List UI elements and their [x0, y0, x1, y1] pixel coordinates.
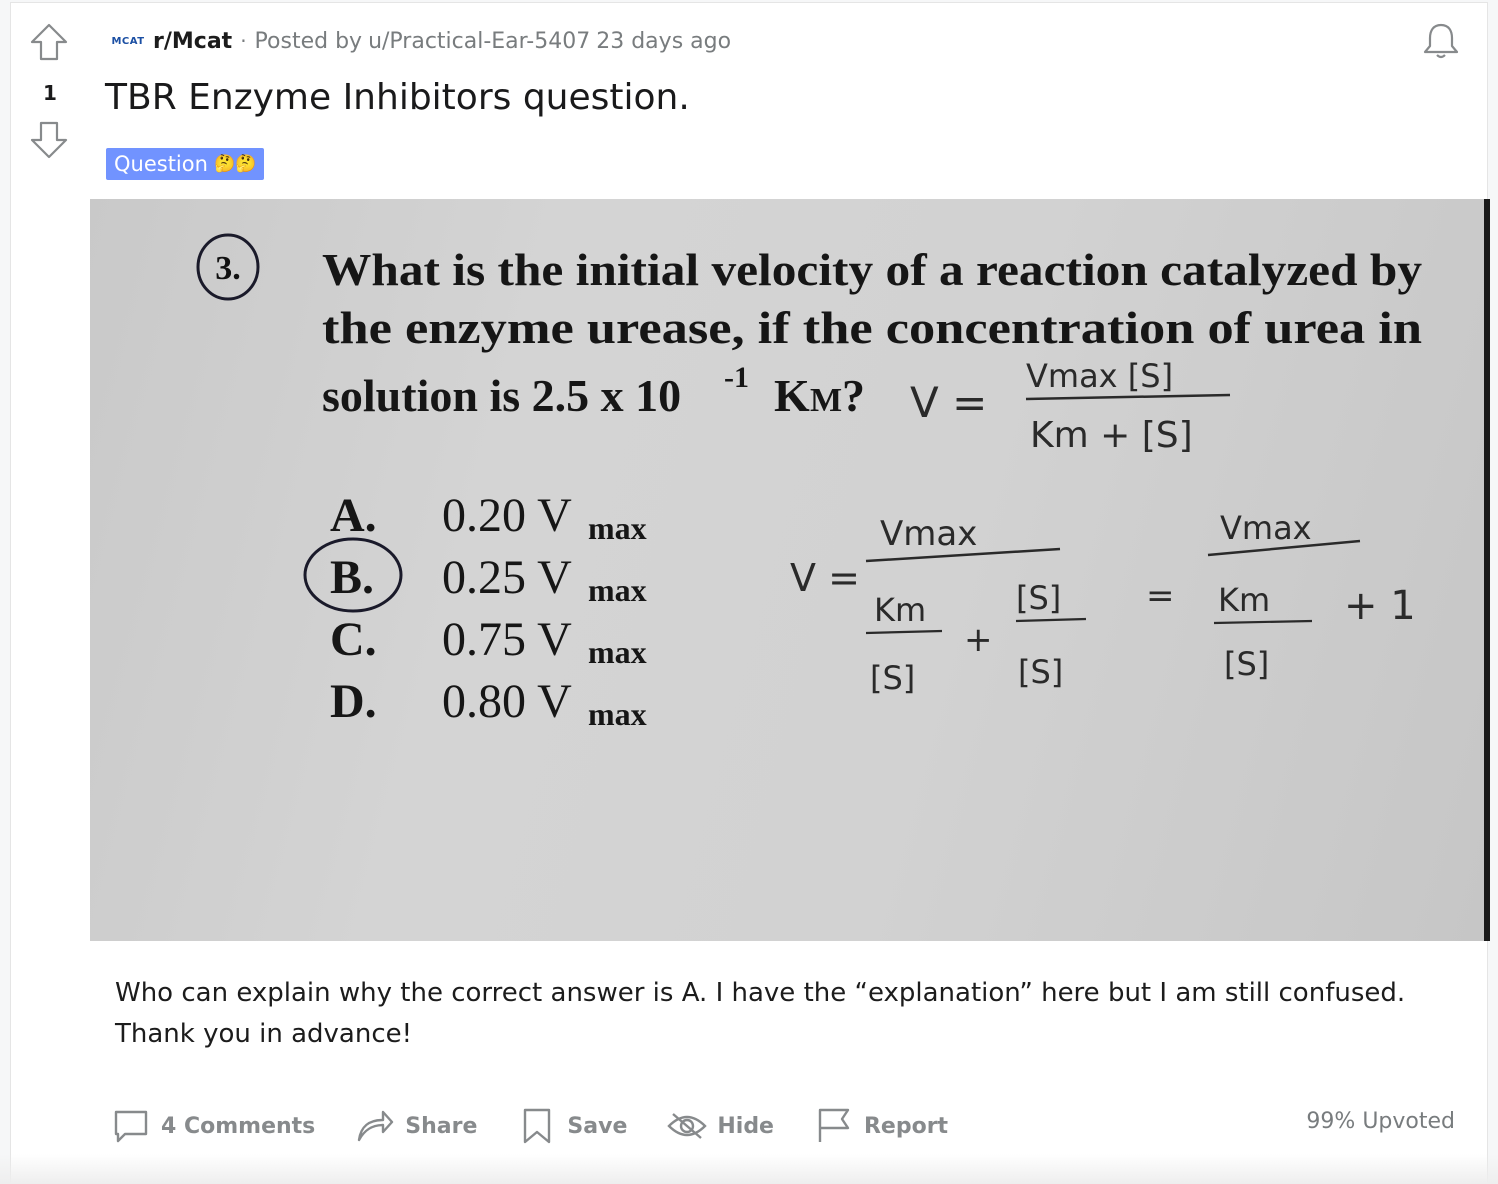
hw-fraction-bar-6 — [1213, 619, 1313, 625]
choice-c-letter: C. — [330, 613, 377, 666]
flag-icon — [818, 1108, 850, 1142]
hide-label: Hide — [717, 1113, 774, 1139]
question-number: 3. — [215, 250, 241, 287]
post-meta: MCAT r/Mcat · Posted by u/Practical-Ear-… — [109, 21, 731, 61]
subreddit-link[interactable]: r/Mcat — [153, 29, 232, 54]
hw-s2: [S] — [1224, 645, 1269, 683]
comments-label: 4 Comments — [161, 1113, 316, 1139]
choice-a-sub: max — [588, 510, 647, 546]
hw-fraction-bar-1 — [1025, 393, 1231, 401]
downvote-arrow-icon[interactable] — [28, 119, 70, 161]
hw-s-den: [S] — [1018, 653, 1063, 691]
choice-b-value: 0.25 V — [442, 551, 572, 604]
post-card: 1 MCAT r/Mcat · Posted by u/Practical-Ea… — [10, 2, 1490, 1184]
flair-label: Question — [114, 152, 208, 176]
author-link[interactable]: u/Practical-Ear-5407 — [368, 29, 590, 54]
report-label: Report — [863, 1113, 949, 1139]
hw-plus: + — [964, 620, 993, 660]
save-label: Save — [567, 1113, 628, 1139]
choice-d-letter: D. — [330, 675, 377, 728]
hw-km-plus-s: Km + [S] — [1030, 415, 1193, 456]
post-flair[interactable]: Question 🤔🤔 — [106, 148, 265, 180]
question-km: K — [774, 370, 810, 421]
meta-separator: · — [240, 29, 247, 53]
question-exponent: -1 — [724, 361, 749, 394]
hide-eye-icon — [667, 1113, 708, 1139]
question-km-sub: M — [810, 382, 842, 419]
share-icon — [358, 1110, 394, 1142]
hw-eq: = — [1146, 576, 1175, 616]
hw-kn: Km — [1218, 581, 1270, 619]
comment-icon — [114, 1110, 148, 1143]
post-actions: 4 Comments Share Save Hide Report — [111, 1101, 988, 1151]
posted-by-label: Posted by — [254, 28, 363, 54]
choice-b-letter: B. — [330, 551, 374, 604]
post-time[interactable]: 23 days ago — [596, 29, 731, 54]
hide-button[interactable]: Hide — [667, 1106, 774, 1146]
report-button[interactable]: Report — [814, 1106, 948, 1146]
hw-s: [S] — [870, 659, 915, 697]
hw-v2: V = — [790, 556, 860, 600]
hw-s-num: [S] — [1016, 579, 1061, 617]
question-line-2: the enzyme urease, if the concentration … — [322, 302, 1422, 353]
post-body: Who can explain why the correct answer i… — [115, 978, 1406, 1049]
comments-button[interactable]: 4 Comments — [111, 1106, 315, 1146]
choice-c-value: 0.75 V — [442, 613, 572, 666]
bell-icon[interactable] — [1419, 19, 1463, 63]
flair-emoji: 🤔🤔 — [213, 154, 257, 174]
choice-c: C. 0.75 V max — [330, 613, 647, 670]
share-button[interactable]: Share — [355, 1106, 477, 1146]
upvote-ratio: 99% Upvoted — [1306, 1109, 1455, 1134]
question-end: ? — [842, 370, 865, 421]
choice-a-value: 0.20 V — [442, 489, 572, 542]
hw-v-eq: V = — [910, 378, 987, 427]
choice-c-sub: max — [588, 634, 647, 670]
share-label: Share — [405, 1113, 478, 1139]
choice-a-letter: A. — [330, 489, 377, 542]
post-title[interactable]: TBR Enzyme Inhibitors question. — [105, 77, 690, 118]
post-image[interactable]: 3. What is the initial velocity of a rea… — [90, 199, 1490, 941]
hw-vmax2: Vmax — [1220, 509, 1312, 547]
question-number-circle: 3. — [196, 233, 260, 301]
choice-a: A. 0.20 V max — [330, 489, 647, 546]
choice-d-sub: max — [588, 696, 647, 732]
hw-km: Km — [874, 591, 926, 629]
vote-count: 1 — [43, 81, 57, 105]
hw-fraction-bar-4 — [1015, 617, 1087, 623]
hw-vmax-s: Vmax [S] — [1026, 357, 1173, 395]
bottom-fade — [0, 1154, 1498, 1184]
choice-b: B. 0.25 V max — [330, 551, 647, 608]
bookmark-icon — [524, 1108, 551, 1144]
hw-vmax: Vmax — [880, 514, 977, 554]
hw-plus1: + 1 — [1344, 583, 1416, 629]
vote-column: 1 — [11, 3, 89, 1184]
choice-d: D. 0.80 V max — [330, 675, 647, 732]
upvote-arrow-icon[interactable] — [28, 21, 70, 63]
subreddit-icon[interactable]: MCAT — [109, 22, 147, 60]
choice-b-sub: max — [588, 572, 647, 608]
choice-d-value: 0.80 V — [442, 675, 572, 728]
hw-fraction-bar-3 — [865, 629, 943, 635]
save-button[interactable]: Save — [517, 1106, 627, 1146]
question-line-3: solution is 2.5 x 10 — [322, 370, 681, 421]
question-line-1: What is the initial velocity of a reacti… — [322, 244, 1422, 295]
